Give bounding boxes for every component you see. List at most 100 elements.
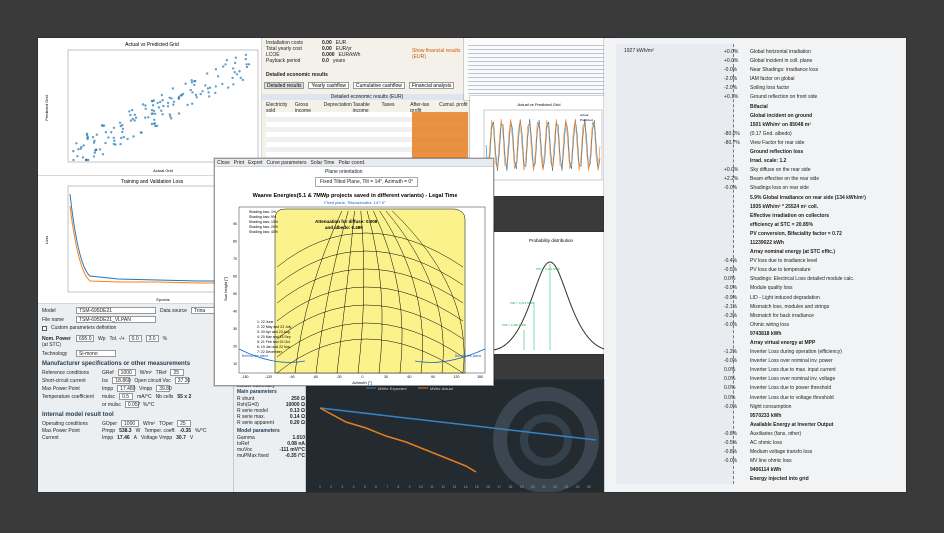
scatter-point [72,149,75,153]
loss-item: Effective irradiation on collectors [724,212,904,221]
loss-item-pct [724,194,750,203]
scatter-point [233,61,237,65]
scatter-point [168,96,171,99]
tref-field[interactable]: 25 [170,369,185,376]
scatter-point [244,53,248,57]
loss-item-pct [724,157,750,166]
dark-xtick: 23 [564,485,568,489]
top-field[interactable]: 25 [177,420,192,427]
scatter-point [131,108,134,112]
gref-label: GRef [102,369,114,376]
loss-ylabel: Loss [44,236,49,244]
loss-item-label: 9570233 kWh [750,412,782,419]
or-field[interactable]: 0.057 [124,401,140,408]
loss-item: -1.2% Inverter Loss during operation (eff… [724,348,904,357]
loss-item-label: 5.9% Global Irradiance on rear side (134… [750,194,866,201]
menu-export[interactable]: Export [248,160,262,166]
gop-field[interactable]: 1000 [121,420,140,427]
loss-item-pct: -0.0% [724,67,738,74]
econ-link[interactable]: Show financial results (EUR) [412,48,472,60]
loss-item: +2.2% Beam effective on the rear side [724,175,904,184]
scatter-point [95,133,98,136]
loss-item-label: Inverter Loss during operation (efficien… [750,349,842,356]
scatter-point [80,145,83,149]
scatter-point [245,65,249,69]
scatter-point [150,112,153,116]
loss-item-pct [724,412,750,421]
vmpp-field[interactable]: 39.80 [156,385,172,392]
loss-item-label: IAM factor on global [750,76,795,83]
orient-value[interactable]: Fixed Tilted Plane, Tilt = 14°, Azimuth … [315,177,419,187]
loss-item-pct: -0.0% [724,403,738,410]
current-label: Current [42,435,59,441]
loss-item: +0.0% Sky diffuse on the rear side [724,166,904,175]
top-label: TOper [158,420,174,427]
loss-diagram-top-value: 1927 kWh/m² [624,48,654,54]
custom-params-checkbox[interactable] [42,325,47,331]
mpp-label: Max Power Point [42,385,80,392]
scatter-point [189,88,192,92]
menu-close[interactable]: Close [217,160,230,166]
scatter-point [184,82,187,85]
module-model-field[interactable]: TSM-695DE21 [76,307,156,314]
module-tech-select[interactable]: Si-mono [76,350,116,357]
scatter-point [133,113,136,117]
loss-item-pct: -0.9% [724,294,738,301]
menu-print[interactable]: Print [234,160,244,166]
loss-item: Array nominal energy (at STC effic.) [724,248,904,257]
econ-tab-cumulative[interactable]: Cumulative cashflow [353,82,405,89]
menu-solar-time[interactable]: Solar Time [311,160,335,166]
loss-item: 0.0% Inverter Loss over nominal inv. volt… [724,375,904,384]
menu-polar-coord[interactable]: Polar coord. [338,160,365,166]
module-source-field[interactable]: Trina [190,307,215,314]
econ-tab-financial[interactable]: Financial analysis [408,82,455,89]
scatter-point [221,82,224,86]
econ-tab-yearly[interactable]: Yearly cashflow [308,82,350,89]
scatter-point [162,104,165,108]
gref-field[interactable]: 1000 [117,369,136,376]
module-power-label: Nom. Power [42,335,71,342]
module-power-field[interactable]: 695.0 [76,335,94,342]
scatter-point [112,136,116,139]
voc-field[interactable]: 37.30 [174,377,190,384]
menu-curve-parameters[interactable]: Curve parameters [267,160,307,166]
muisc-field[interactable]: 0.5 [119,393,134,400]
isc-field[interactable]: 18.860 [112,377,131,384]
summary-model-title: Model parameters [237,428,280,434]
gref-unit: W/m² [139,369,152,376]
dark-xtick: 19 [520,485,524,489]
scatter-title: Actual vs Predicted Grid [125,42,179,48]
dark-xtick: 12 [441,485,445,489]
scatter-point [139,131,142,134]
scatter-point [151,104,155,107]
econ-tab-detailed[interactable]: Detailed results [264,82,305,89]
scatter-point [93,139,96,142]
econ-row-3-label: Payback period [266,58,301,64]
loss-item: -0.0% Module quality loss [724,284,904,293]
scatter-point [151,100,154,103]
shade-date-1: 2: 22 May and 23 July [257,325,291,329]
loss-item-pct: -80.7% [724,139,740,146]
loss-item-label: Inverter Loss due to power threshold [750,385,832,392]
impp-sym: Impp [102,385,114,392]
loss-item-pct: 0.0% [724,394,736,401]
shade-ytick: 60 [233,275,237,279]
scatter-point [195,96,198,99]
shade-ytick: 80 [233,240,237,244]
shade-xtick: 90 [431,375,435,379]
scatter-point [227,86,230,89]
loss-item-label: Inverter Loss over nominal inv. power [750,358,833,365]
orient-label: Plane orientation [325,169,363,175]
module-power-sub: (at STC) [42,342,61,348]
scatter-point [126,137,129,141]
loss-item-pct: +2.2% [724,176,739,183]
module-file-field[interactable]: TSM-695DE21_VLPAN [76,316,156,323]
loss-item-pct: 0.0% [724,385,736,392]
loss-item-pct: -80.0% [724,130,740,137]
module-tol-1[interactable]: 0.0 [128,335,142,342]
impp-field[interactable]: 17.480 [117,385,135,392]
scatter-point [244,57,247,61]
module-tol-2[interactable]: 3.0 [145,335,159,342]
shade-xtick: 0 [362,375,364,379]
loss-item-label: PV loss due to irradiance level [750,258,818,265]
